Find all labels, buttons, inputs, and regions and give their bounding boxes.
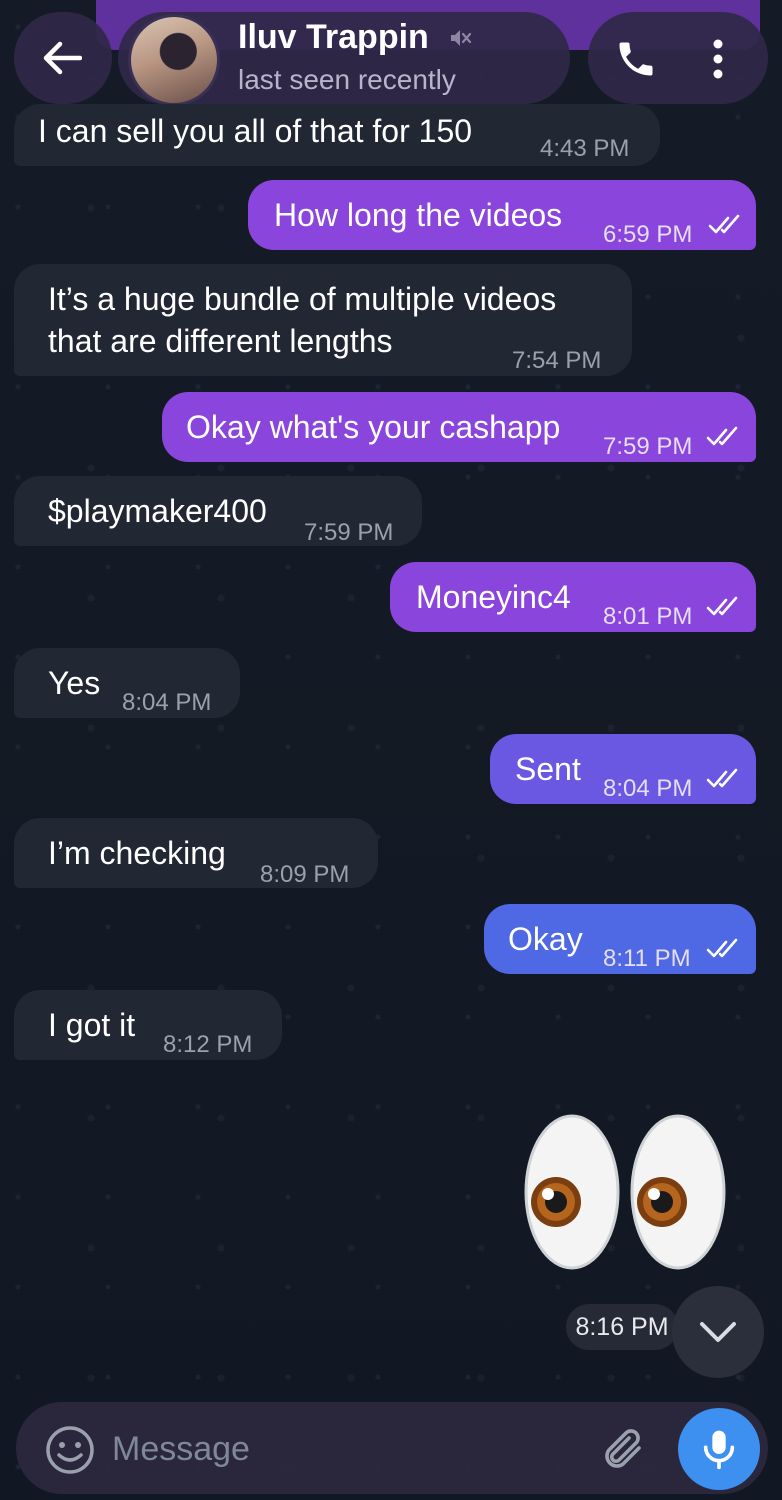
message-time: 8:11 PM [603,945,691,972]
read-receipt-icon [706,426,738,446]
voice-message-button[interactable] [678,1408,760,1490]
message-input[interactable] [112,1414,572,1484]
message-incoming[interactable]: I got it 8:12 PM [14,990,282,1060]
message-text-line: that are different lengths [48,323,393,359]
message-time: 7:59 PM [304,519,394,546]
message-outgoing[interactable]: Okay what's your cashapp 7:59 PM [162,392,756,462]
chat-header: Iluv Trappin last seen recently [0,0,782,110]
chevron-down-icon [700,1322,736,1342]
message-text: Okay what's your cashapp [186,409,561,445]
message-text-line: It’s a huge bundle of multiple videos [48,281,557,317]
message-time: 6:59 PM [603,221,693,248]
eyes-emoji-sticker[interactable] [522,1112,728,1272]
message-incoming[interactable]: It’s a huge bundle of multiple videos th… [14,264,632,376]
message-text: How long the videos [274,197,563,233]
message-incoming[interactable]: I’m checking 8:09 PM [14,818,378,888]
smiley-icon [46,1426,94,1474]
more-options-button[interactable] [694,34,742,84]
message-text: Moneyinc4 [416,579,571,615]
message-text: I got it [48,1007,136,1043]
message-time: 7:59 PM [603,433,693,460]
scroll-to-bottom-button[interactable] [672,1286,764,1378]
last-seen-status: last seen recently [238,64,456,95]
message-outgoing[interactable]: Okay 8:11 PM [484,904,756,974]
message-time: 8:04 PM [122,689,212,716]
arrow-left-icon [43,41,82,75]
sticker-time: 8:16 PM [566,1304,678,1350]
read-receipt-icon [706,596,738,616]
message-text: Sent [515,751,581,787]
message-text: I’m checking [48,835,226,871]
read-receipt-icon [706,938,738,958]
avatar[interactable] [128,14,220,106]
chat-title[interactable]: Iluv Trappin [238,18,429,57]
read-receipt-icon [706,768,738,788]
message-text: $playmaker400 [48,493,267,529]
back-button[interactable] [36,34,88,82]
emoji-button[interactable] [44,1424,96,1476]
message-time: 4:43 PM [540,135,630,162]
message-time: 8:04 PM [603,775,693,802]
paperclip-icon [605,1429,641,1468]
call-button[interactable] [608,34,664,84]
message-incoming[interactable]: I can sell you all of that for 150 4:43 … [14,104,660,166]
message-incoming[interactable]: Yes 8:04 PM [14,648,240,718]
muted-icon [451,30,472,46]
message-text: Yes [48,665,101,701]
message-time: 8:01 PM [603,603,693,630]
read-receipt-icon [708,214,740,234]
message-time: 7:54 PM [512,347,602,374]
more-vertical-icon [713,39,723,79]
message-time: 8:09 PM [260,861,350,888]
message-text: Okay [508,921,583,957]
message-outgoing[interactable]: Sent 8:04 PM [490,734,756,804]
message-outgoing[interactable]: Moneyinc4 8:01 PM [390,562,756,632]
microphone-icon [703,1430,735,1470]
attach-button[interactable] [596,1422,650,1476]
message-text: I can sell you all of that for 150 [38,113,473,149]
message-outgoing[interactable]: How long the videos 6:59 PM [248,180,756,250]
message-time: 8:12 PM [163,1031,253,1058]
message-incoming[interactable]: $playmaker400 7:59 PM [14,476,422,546]
phone-icon [619,42,653,76]
